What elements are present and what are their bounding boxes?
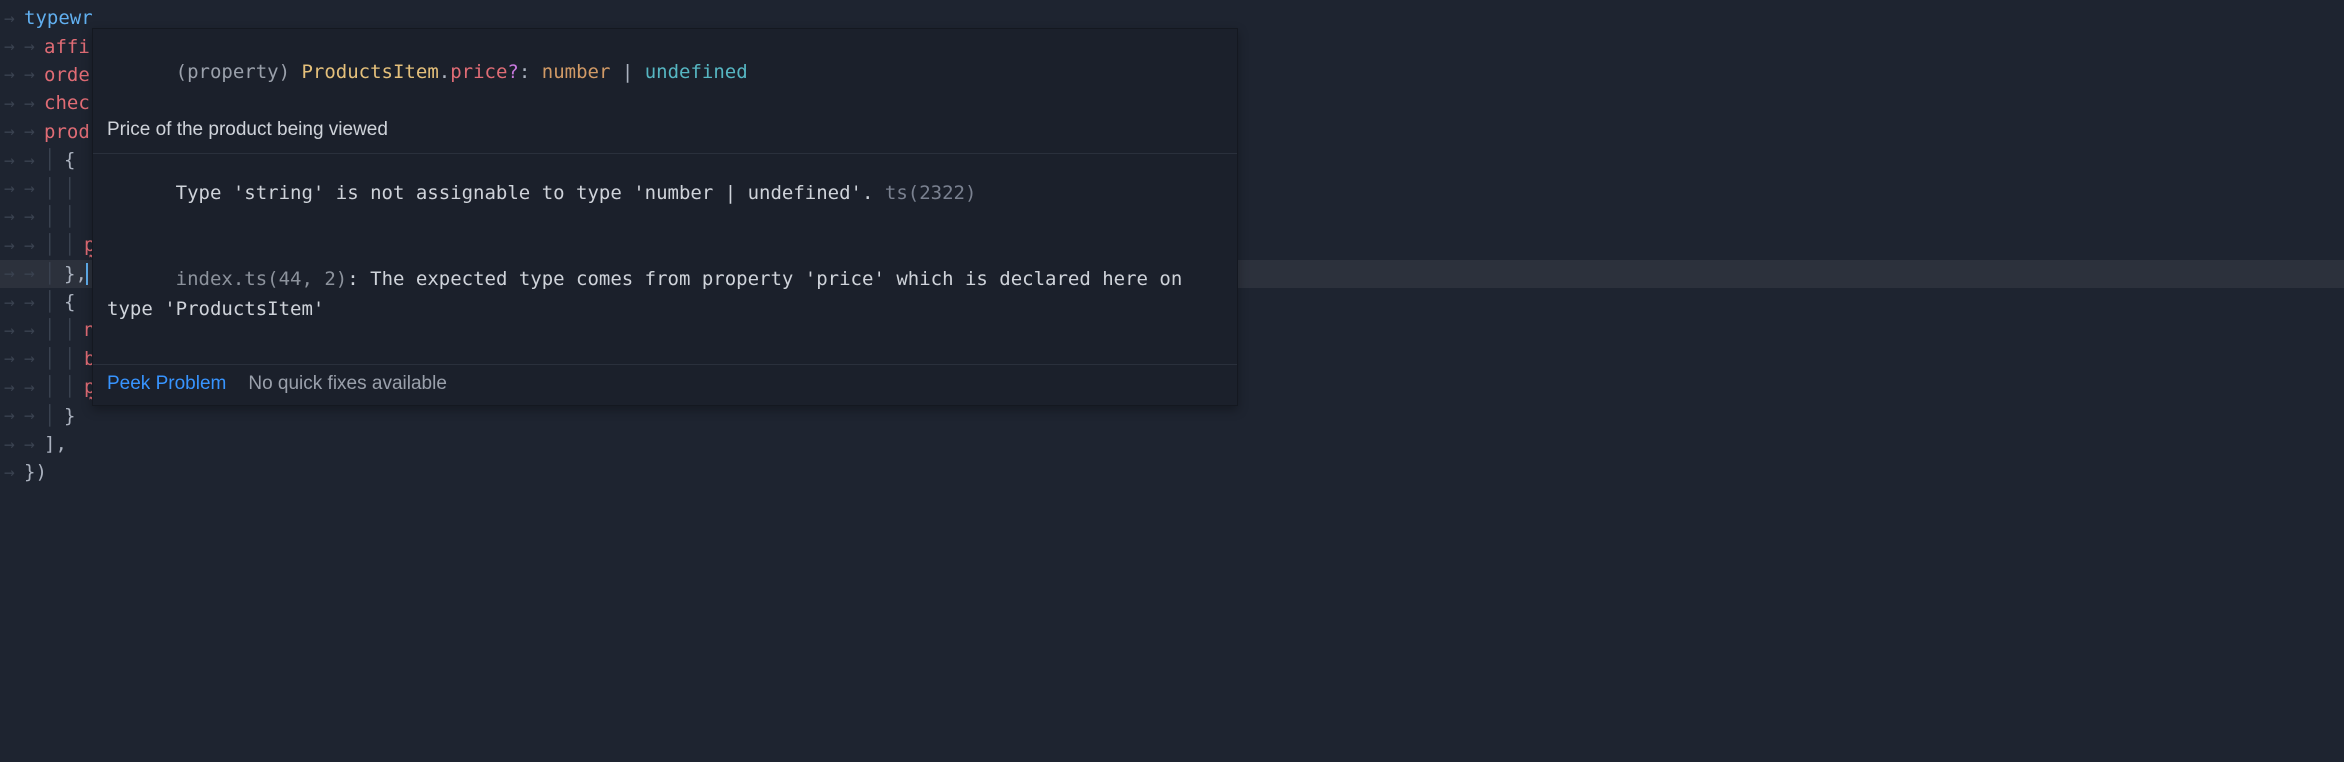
indent-arrow-icon: → [24, 150, 44, 171]
indent-arrow-icon: → [4, 64, 24, 85]
hover-sig-pipe: | [610, 61, 644, 83]
indent-arrow-icon: → [4, 348, 24, 369]
hover-error-text: Type 'string' is not assignable to type … [176, 182, 874, 204]
token-brace: { [64, 149, 75, 171]
indent-guide: │ [44, 319, 64, 341]
token-property: prod [44, 121, 90, 143]
hover-sig-number: number [542, 61, 611, 83]
hover-related-info: index.ts(44, 2): The expected type comes… [93, 230, 1237, 364]
token-property: affi [44, 36, 90, 58]
hover-sig-prop: price [450, 61, 507, 83]
hover-error-message: Type 'string' is not assignable to type … [93, 154, 1237, 230]
indent-guide: │ [44, 376, 64, 398]
indent-guide: │ [44, 405, 64, 427]
token-brace: { [64, 291, 75, 313]
indent-arrow-icon: → [4, 320, 24, 341]
indent-guide: │ [64, 319, 84, 341]
hover-sig-label: (property) [176, 61, 302, 83]
hover-footer: Peek Problem No quick fixes available [93, 365, 1237, 405]
no-quick-fix-label: No quick fixes available [248, 373, 447, 395]
indent-arrow-icon: → [24, 93, 44, 114]
indent-guide: │ [44, 348, 64, 370]
peek-problem-link[interactable]: Peek Problem [107, 373, 226, 395]
indent-arrow-icon: → [4, 206, 24, 227]
indent-arrow-icon: → [24, 235, 44, 256]
indent-guide: │ [64, 178, 84, 200]
token-identifier: typewr [24, 7, 93, 29]
indent-arrow-icon: → [24, 206, 44, 227]
token-brace: }, [64, 263, 87, 285]
indent-arrow-icon: → [24, 377, 44, 398]
code-line[interactable]: → → ], [0, 430, 2344, 458]
indent-arrow-icon: → [4, 8, 24, 29]
text-cursor [86, 263, 88, 285]
indent-arrow-icon: → [24, 178, 44, 199]
hover-tooltip[interactable]: (property) ProductsItem.price?: number |… [92, 28, 1238, 406]
indent-arrow-icon: → [24, 405, 44, 426]
hover-documentation: Price of the product being viewed [93, 115, 1237, 153]
code-editor[interactable]: → typewr → → affi → → orde → → chec → → … [0, 0, 2344, 762]
indent-guide: │ [44, 234, 64, 256]
hover-related-colon: : [347, 268, 370, 290]
indent-arrow-icon: → [4, 150, 24, 171]
token-brace: } [64, 405, 75, 427]
indent-arrow-icon: → [24, 36, 44, 57]
hover-sig-undefined: undefined [645, 61, 748, 83]
hover-signature: (property) ProductsItem.price?: number |… [93, 29, 1237, 115]
indent-guide: │ [44, 178, 64, 200]
indent-arrow-icon: → [24, 434, 44, 455]
indent-arrow-icon: → [24, 292, 44, 313]
hover-related-location[interactable]: index.ts(44, 2) [176, 268, 348, 290]
indent-guide: │ [44, 263, 64, 285]
indent-arrow-icon: → [4, 235, 24, 256]
token-property: chec [44, 92, 90, 114]
code-line[interactable]: → }) [0, 458, 2344, 486]
hover-sig-optional: ? [507, 61, 518, 83]
hover-sig-dot: . [439, 61, 450, 83]
token-bracket: ], [44, 433, 67, 455]
indent-arrow-icon: → [4, 377, 24, 398]
hover-sig-colon: : [519, 61, 542, 83]
indent-guide: │ [44, 149, 64, 171]
indent-arrow-icon: → [24, 64, 44, 85]
indent-arrow-icon: → [4, 121, 24, 142]
indent-guide: │ [64, 234, 84, 256]
indent-guide: │ [64, 348, 84, 370]
indent-guide: │ [64, 206, 84, 228]
indent-arrow-icon: → [24, 263, 44, 284]
indent-arrow-icon: → [4, 36, 24, 57]
token-brace: }) [24, 461, 47, 483]
indent-guide: │ [64, 376, 84, 398]
indent-arrow-icon: → [24, 348, 44, 369]
indent-arrow-icon: → [4, 292, 24, 313]
indent-arrow-icon: → [24, 121, 44, 142]
hover-sig-type: ProductsItem [301, 61, 438, 83]
indent-arrow-icon: → [4, 434, 24, 455]
indent-arrow-icon: → [4, 405, 24, 426]
token-property: orde [44, 64, 90, 86]
indent-arrow-icon: → [4, 93, 24, 114]
indent-arrow-icon: → [4, 263, 24, 284]
indent-arrow-icon: → [4, 462, 24, 483]
indent-guide: │ [44, 206, 64, 228]
indent-arrow-icon: → [24, 320, 44, 341]
indent-arrow-icon: → [4, 178, 24, 199]
indent-guide: │ [44, 291, 64, 313]
hover-error-code: ts(2322) [885, 182, 977, 204]
